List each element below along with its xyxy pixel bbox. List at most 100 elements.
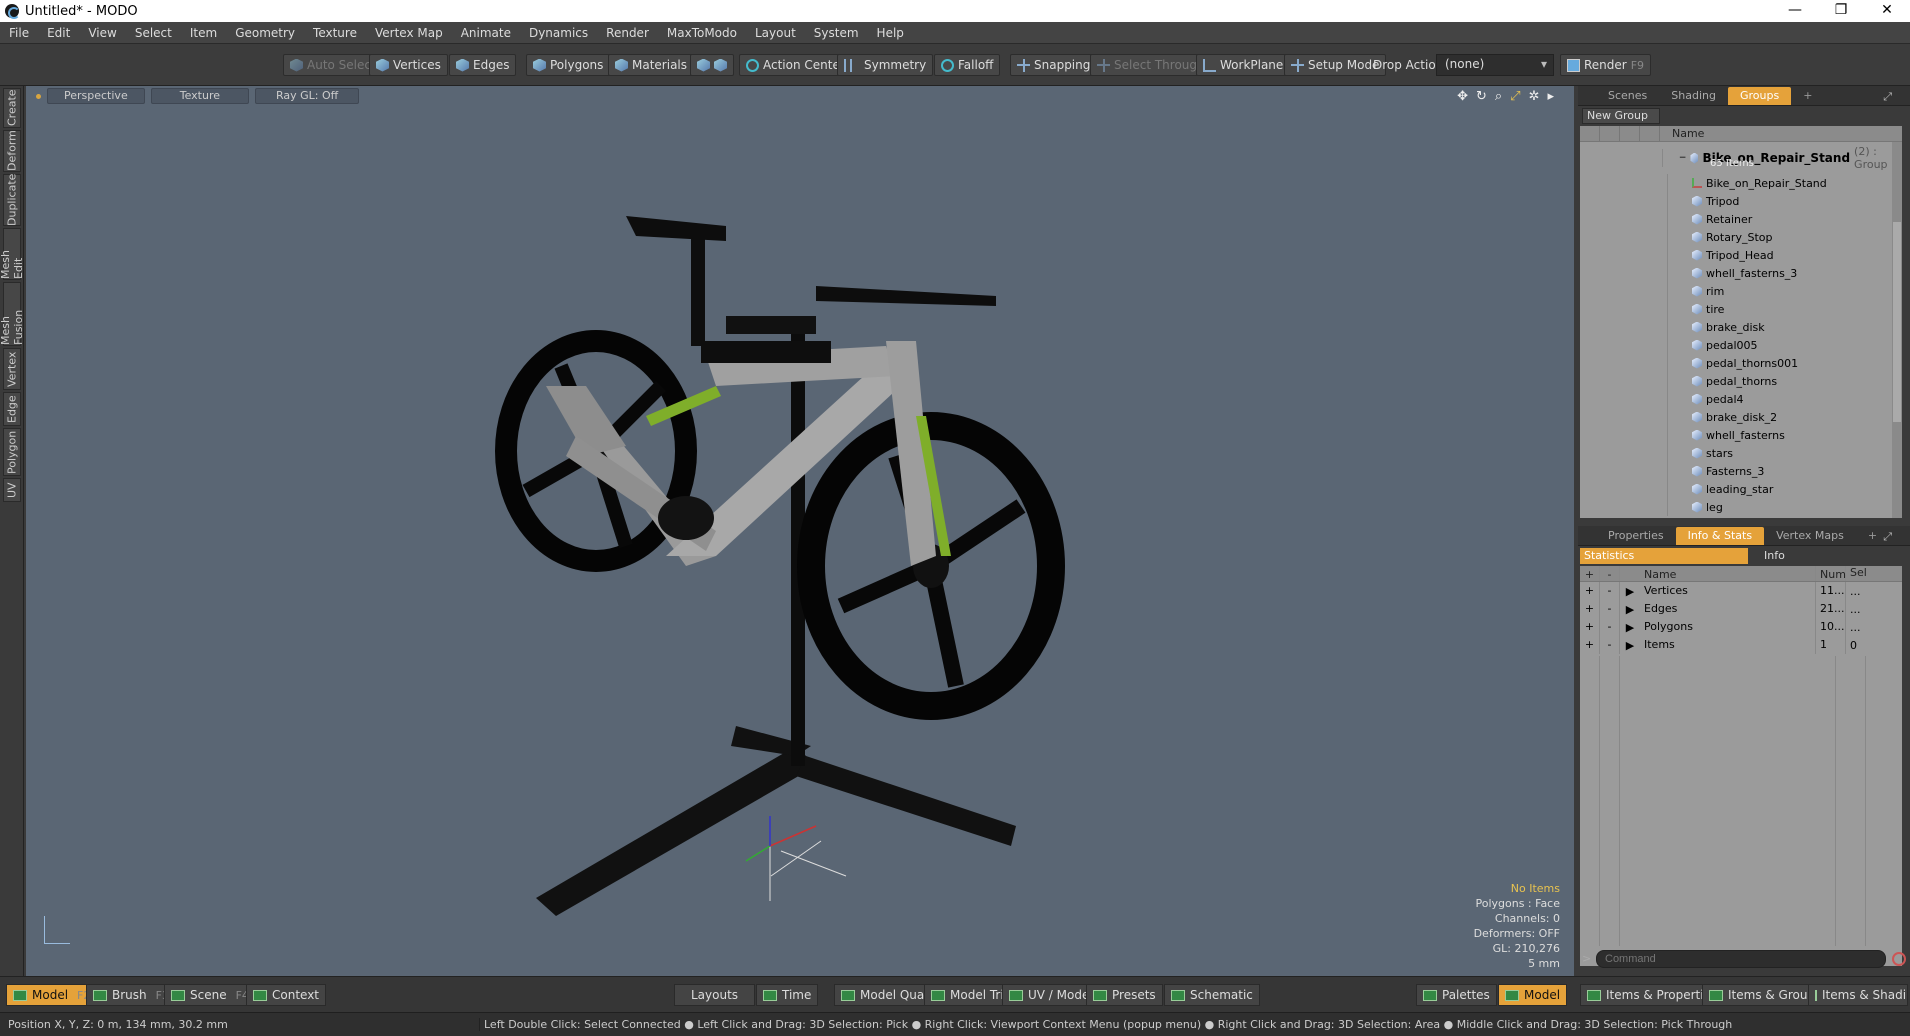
action-center-button[interactable]: Action Center xyxy=(739,54,852,76)
menu-animate[interactable]: Animate xyxy=(452,26,520,40)
maximize-panel-icon[interactable]: ⤢ xyxy=(1871,88,1904,106)
tab-statistics[interactable]: Statistics xyxy=(1580,548,1748,564)
model-tri-button[interactable]: Model Tri xyxy=(924,984,1011,1006)
tree-item[interactable]: pedal4 xyxy=(1580,390,1902,408)
tree-item[interactable]: Retainer xyxy=(1580,210,1902,228)
tab-duplicate[interactable]: Duplicate xyxy=(3,174,21,226)
vertices-button[interactable]: Vertices xyxy=(369,54,448,76)
menu-maxtomodo[interactable]: MaxToModo xyxy=(658,26,746,40)
menu-edit[interactable]: Edit xyxy=(38,26,79,40)
menu-dynamics[interactable]: Dynamics xyxy=(520,26,597,40)
materials-button[interactable]: Materials xyxy=(608,54,695,76)
edges-button[interactable]: Edges xyxy=(449,54,517,76)
select-col-icon[interactable] xyxy=(1640,126,1660,142)
new-group-button[interactable]: New Group xyxy=(1582,108,1660,124)
menu-layout[interactable]: Layout xyxy=(746,26,805,40)
tree-scrollbar[interactable] xyxy=(1892,142,1902,518)
auto-select-button[interactable]: Auto Select xyxy=(283,54,383,76)
tab-vertex[interactable]: Vertex xyxy=(3,348,21,390)
menu-help[interactable]: Help xyxy=(868,26,913,40)
tree-item[interactable]: pedal_thorns xyxy=(1580,372,1902,390)
record-icon[interactable] xyxy=(1892,952,1906,966)
workplane-button[interactable]: WorkPlane xyxy=(1196,54,1291,76)
tab-mesh-edit[interactable]: Mesh Edit xyxy=(0,228,25,280)
tree-item[interactable]: Rotary_Stop xyxy=(1580,228,1902,246)
tree-item[interactable]: pedal005 xyxy=(1580,336,1902,354)
tab-properties[interactable]: Properties xyxy=(1596,527,1676,545)
tree-item[interactable]: brake_disk xyxy=(1580,318,1902,336)
tree-item[interactable]: stars xyxy=(1580,444,1902,462)
tree-item[interactable]: Fasterns_3 xyxy=(1580,462,1902,480)
presets-button[interactable]: Presets xyxy=(1086,984,1163,1006)
3d-viewport[interactable]: Perspective Texture Ray GL: Off ✥ ↻ ⌕ ⤢ … xyxy=(26,86,1574,976)
tab-create[interactable]: Create xyxy=(3,88,21,128)
stats-row-edges[interactable]: + - ▶ Edges 21... ... xyxy=(1580,600,1902,618)
items-shading-button[interactable]: Items & Shading xyxy=(1808,984,1908,1006)
tree-scroll-thumb[interactable] xyxy=(1893,222,1901,422)
menu-vertex-map[interactable]: Vertex Map xyxy=(366,26,452,40)
tab-uv[interactable]: UV xyxy=(3,478,21,502)
menu-system[interactable]: System xyxy=(805,26,868,40)
lock-col-icon[interactable] xyxy=(1620,126,1640,142)
tab-vertex-maps[interactable]: Vertex Maps xyxy=(1764,527,1856,545)
tree-item[interactable]: pedal_thorns001 xyxy=(1580,354,1902,372)
brush-layout-button[interactable]: Brush F3 xyxy=(86,984,176,1006)
tree-item[interactable]: rim xyxy=(1580,282,1902,300)
add-tab-icon[interactable]: + xyxy=(1791,87,1824,105)
command-history-icon[interactable]: > xyxy=(1582,952,1591,965)
time-layout-button[interactable]: Time xyxy=(756,984,819,1006)
scene-layout-button[interactable]: Scene F4 xyxy=(164,984,256,1006)
tree-item[interactable]: Bike_on_Repair_Stand xyxy=(1580,174,1902,192)
menu-geometry[interactable]: Geometry xyxy=(226,26,304,40)
setup-mode-button[interactable]: Setup Mode xyxy=(1284,54,1387,76)
menu-select[interactable]: Select xyxy=(126,26,181,40)
tree-item[interactable]: leg xyxy=(1580,498,1902,516)
model-layout-button[interactable]: Model F2 xyxy=(6,984,98,1006)
tree-root-group[interactable]: − Bike_on_Repair_Stand (2) : Group 65 It… xyxy=(1580,142,1902,174)
menu-view[interactable]: View xyxy=(79,26,125,40)
menu-render[interactable]: Render xyxy=(597,26,658,40)
tree-item[interactable]: Tripod xyxy=(1580,192,1902,210)
symmetry-button[interactable]: Symmetry xyxy=(837,54,934,76)
expand-all-icon[interactable]: + xyxy=(1580,566,1600,581)
tab-shading[interactable]: Shading xyxy=(1659,87,1728,105)
tab-mesh-fusion[interactable]: Mesh Fusion xyxy=(0,282,25,346)
tab-edge[interactable]: Edge xyxy=(3,392,21,426)
menu-item[interactable]: Item xyxy=(181,26,226,40)
snapping-button[interactable]: Snapping xyxy=(1010,54,1098,76)
tab-info[interactable]: Info xyxy=(1748,548,1785,564)
tab-scenes[interactable]: Scenes xyxy=(1596,87,1659,105)
visibility-col-icon[interactable] xyxy=(1580,126,1600,142)
tree-item[interactable]: leading_star xyxy=(1580,480,1902,498)
tab-polygon[interactable]: Polygon xyxy=(3,428,21,476)
tree-item[interactable]: tire xyxy=(1580,300,1902,318)
tab-groups[interactable]: Groups xyxy=(1727,87,1792,105)
palettes-button[interactable]: Palettes xyxy=(1416,984,1497,1006)
render-col-icon[interactable] xyxy=(1600,126,1620,142)
polygons-button[interactable]: Polygons xyxy=(526,54,611,76)
tree-item[interactable]: whell_fasterns_3 xyxy=(1580,264,1902,282)
tree-item[interactable]: whell_fasterns xyxy=(1580,426,1902,444)
menu-texture[interactable]: Texture xyxy=(304,26,366,40)
stats-row-items[interactable]: + - ▶ Items 1 0 xyxy=(1580,636,1902,654)
tree-item[interactable]: Tripod_Head xyxy=(1580,246,1902,264)
maximize-props-icon[interactable]: ⤢ xyxy=(1871,528,1904,546)
falloff-button[interactable]: Falloff xyxy=(934,54,1001,76)
tab-deform[interactable]: Deform xyxy=(3,130,21,172)
minimize-button[interactable]: — xyxy=(1772,0,1818,22)
model-viewport-button[interactable]: Model xyxy=(1498,984,1568,1006)
tab-info-stats[interactable]: Info & Stats xyxy=(1675,527,1765,545)
select-through-button[interactable]: Select Through xyxy=(1090,54,1212,76)
layouts-button[interactable]: Layouts xyxy=(674,984,756,1006)
stats-row-polygons[interactable]: + - ▶ Polygons 10... ... xyxy=(1580,618,1902,636)
render-button[interactable]: Render F9 xyxy=(1560,54,1652,76)
selection-sets-button[interactable] xyxy=(690,54,734,76)
tree-item[interactable]: brake_disk_2 xyxy=(1580,408,1902,426)
collapse-all-icon[interactable]: - xyxy=(1600,566,1620,581)
command-input[interactable] xyxy=(1596,950,1886,968)
context-layout-button[interactable]: Context xyxy=(246,984,327,1006)
restore-button[interactable]: ❐ xyxy=(1818,0,1864,22)
drop-action-select[interactable]: (none) xyxy=(1436,54,1554,76)
close-button[interactable]: ✕ xyxy=(1864,0,1910,22)
stats-row-vertices[interactable]: + - ▶ Vertices 11... ... xyxy=(1580,582,1902,600)
